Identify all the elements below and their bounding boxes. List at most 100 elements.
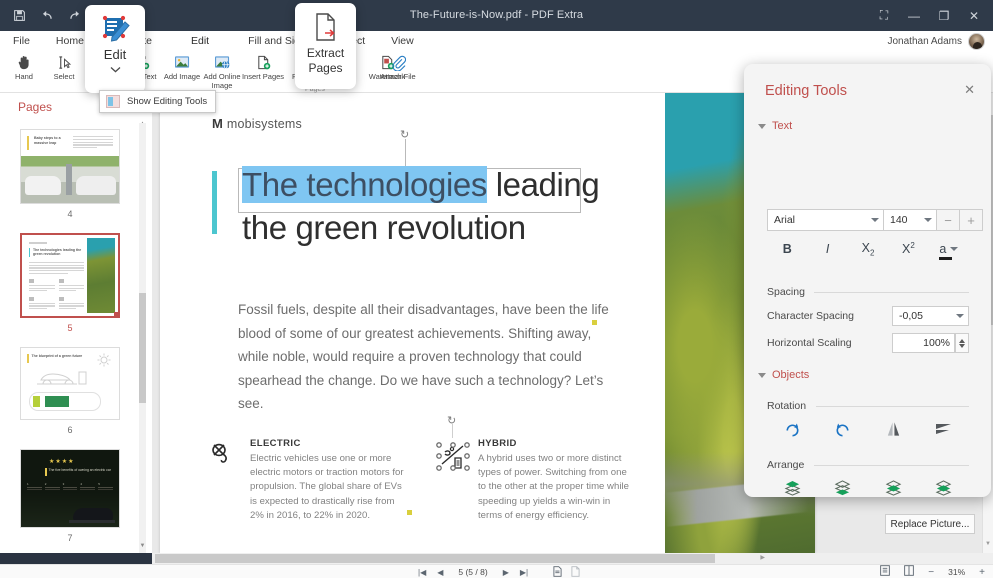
section-objects[interactable]: Objects	[758, 369, 809, 381]
paperclip-icon	[391, 54, 406, 71]
prev-page-button[interactable]: ◀	[437, 568, 443, 577]
font-color-button[interactable]: a	[929, 242, 969, 256]
edit-callout[interactable]: Edit	[85, 5, 145, 93]
feature-electric-title: ELECTRIC	[250, 438, 408, 449]
spacing-divider	[814, 292, 969, 293]
hybrid-rotate-icon[interactable]: ↻	[447, 414, 456, 427]
account-area[interactable]: Jonathan Adams	[888, 33, 986, 50]
zoom-controls: − 31% +	[880, 565, 985, 578]
thumbnail-page-6-number: 6	[67, 425, 72, 435]
section-text[interactable]: Text	[758, 120, 792, 132]
decrease-font-size-button[interactable]: −	[937, 209, 960, 231]
horizontal-scaling-input[interactable]: 100%	[892, 333, 955, 353]
next-page-button[interactable]: ▶	[503, 568, 509, 577]
minimize-button[interactable]: —	[899, 0, 929, 31]
font-size-value: 140	[890, 214, 908, 226]
bring-forward-icon[interactable]	[868, 475, 919, 501]
layout-single-icon[interactable]	[880, 565, 890, 578]
tab-file[interactable]: File	[0, 31, 43, 52]
stepper-down-icon[interactable]	[959, 344, 965, 348]
add-online-image-button[interactable]: Add Online Image	[202, 52, 242, 93]
feature-anchor-marker[interactable]	[407, 510, 412, 515]
document-paragraph[interactable]: Fossil fuels, despite all their disadvan…	[238, 298, 618, 416]
hand-tool-button[interactable]: Hand	[4, 52, 44, 93]
font-controls-row: Arial 140 − +	[767, 209, 983, 231]
page-indicator[interactable]: 5 (5 / 8)	[454, 567, 491, 577]
italic-button[interactable]: I	[807, 242, 847, 256]
subscript-button[interactable]: X2	[848, 241, 888, 258]
send-to-back-icon[interactable]	[818, 475, 869, 501]
attach-file-button[interactable]: Attach File	[378, 52, 418, 93]
horizontal-scrollbar-thumb[interactable]	[155, 554, 715, 563]
rotate-left-icon[interactable]	[818, 416, 869, 442]
show-editing-tools-label: Show Editing Tools	[127, 96, 207, 107]
single-page-view-icon[interactable]	[553, 566, 562, 578]
horizontal-scaling-value: 100%	[923, 337, 950, 349]
show-editing-tools-tooltip[interactable]: Show Editing Tools	[99, 90, 216, 113]
tab-edit[interactable]: Edit	[165, 31, 235, 52]
horizontal-scaling-label: Horizontal Scaling	[767, 337, 852, 349]
thumbnail-page-6[interactable]: The blueprint of a green future	[20, 347, 120, 420]
selected-title-text: The technologies	[242, 166, 487, 203]
add-image-button[interactable]: Add Image	[162, 52, 202, 93]
collapse-triangle-icon[interactable]	[758, 373, 766, 378]
thumbnail-page-4[interactable]: Baby steps to a massive leap	[20, 129, 120, 204]
feature-hybrid[interactable]: ↻ HYBRID A hybrid uses two or more disti…	[436, 438, 636, 523]
chevron-down-icon[interactable]	[950, 247, 958, 251]
select-tool-button[interactable]: Select	[44, 52, 84, 93]
close-button[interactable]: ✕	[959, 0, 989, 31]
increase-font-size-button[interactable]: +	[960, 209, 983, 231]
document-page[interactable]: M mobisystems ↻ The technologies leading…	[160, 93, 815, 553]
chevron-down-icon[interactable]	[85, 66, 145, 73]
layout-double-icon[interactable]	[904, 565, 914, 578]
bold-button[interactable]: B	[767, 242, 807, 256]
paragraph-anchor-marker[interactable]	[592, 320, 597, 325]
continuous-page-view-icon[interactable]	[571, 566, 580, 578]
document-horizontal-scrollbar[interactable]: ▶	[152, 553, 993, 564]
avatar[interactable]	[968, 33, 985, 50]
feature-electric[interactable]: ELECTRIC Electric vehicles use one or mo…	[208, 438, 408, 523]
edit-callout-label: Edit	[85, 47, 145, 62]
stepper-up-icon[interactable]	[959, 339, 965, 343]
thumbnail-page-5[interactable]: The technologies leading the green revol…	[20, 233, 120, 318]
character-spacing-select[interactable]: -0,05	[892, 306, 969, 326]
doc-scroll-down-arrow[interactable]: ▼	[985, 541, 991, 547]
undo-icon[interactable]	[34, 3, 60, 29]
send-backward-icon[interactable]	[919, 475, 970, 501]
thumbnail-scroll-down[interactable]: ▼	[139, 543, 146, 553]
hscroll-right-arrow[interactable]: ▶	[760, 554, 765, 561]
replace-picture-button[interactable]: Replace Picture...	[885, 514, 975, 534]
last-page-button[interactable]: ▶|	[520, 568, 528, 577]
horizontal-scaling-stepper[interactable]	[955, 333, 969, 353]
rotate-right-icon[interactable]	[767, 416, 818, 442]
zoom-in-button[interactable]: +	[979, 567, 985, 578]
first-page-button[interactable]: |◀	[418, 568, 426, 577]
chevron-down-icon[interactable]	[871, 218, 879, 222]
thumbnail-page-5-heading: The technologies leading the green revol…	[33, 248, 84, 257]
thumbnail-list[interactable]: Baby steps to a massive leap 4	[0, 121, 140, 553]
thumbnail-scrollbar-thumb[interactable]	[139, 293, 146, 403]
fullscreen-button[interactable]: ⛶	[869, 0, 899, 31]
maximize-button[interactable]: ❐	[929, 0, 959, 31]
zoom-out-button[interactable]: −	[928, 567, 934, 578]
font-size-select[interactable]: 140	[884, 209, 937, 231]
chevron-down-icon[interactable]	[924, 218, 932, 222]
close-icon[interactable]: ✕	[964, 82, 975, 98]
tab-view[interactable]: View	[378, 31, 427, 52]
superscript-button[interactable]: X2	[888, 241, 928, 256]
thumbnail-page-7[interactable]: ★★★★ The five benefits of owning an elec…	[20, 449, 120, 528]
collapse-triangle-icon[interactable]	[758, 124, 766, 129]
insert-pages-button[interactable]: Insert Pages	[243, 52, 283, 93]
feature-hybrid-title: HYBRID	[478, 438, 636, 449]
save-icon[interactable]	[6, 3, 32, 29]
zoom-level[interactable]: 31%	[948, 567, 965, 577]
flip-horizontal-icon[interactable]	[868, 416, 919, 442]
bring-to-front-icon[interactable]	[767, 475, 818, 501]
editing-tools-panel[interactable]: Editing Tools ✕ Text Arial 140 − + B I X…	[744, 64, 991, 497]
extract-pages-callout[interactable]: Extract Pages	[295, 3, 356, 89]
add-online-image-icon	[214, 54, 231, 71]
font-family-select[interactable]: Arial	[767, 209, 884, 231]
flip-vertical-icon[interactable]	[919, 416, 970, 442]
chevron-down-icon[interactable]	[956, 314, 964, 318]
rotate-icon[interactable]: ↻	[400, 128, 409, 141]
